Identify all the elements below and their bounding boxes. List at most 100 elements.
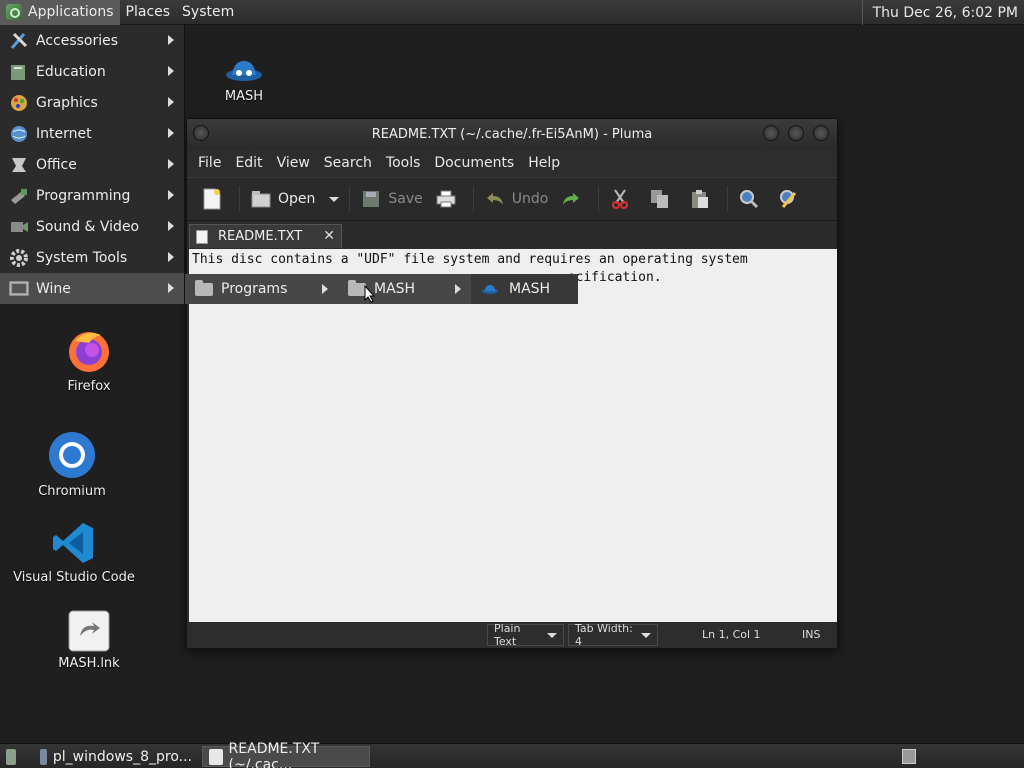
close-button[interactable] [813, 125, 829, 141]
desktop-icon-mash-lnk[interactable]: MASH.lnk [52, 610, 126, 671]
syntax-label: Plain Text [494, 622, 521, 648]
open-icon [250, 188, 272, 210]
chevron-right-icon [168, 190, 174, 200]
menu-bar: File Edit View Search Tools Documents He… [187, 149, 837, 177]
desktop-icon-label: MASH [224, 89, 264, 104]
submenu-mash-folder[interactable]: MASH [338, 274, 471, 304]
copy-button[interactable] [643, 182, 683, 216]
cursor-position: Ln 1, Col 1 [702, 628, 761, 641]
workspace-switcher[interactable] [896, 746, 922, 767]
menu-edit[interactable]: Edit [228, 155, 269, 171]
chevron-down-icon [547, 632, 557, 638]
chevron-right-icon [168, 66, 174, 76]
search-icon [738, 188, 760, 210]
menu-item-office[interactable]: Office [0, 149, 184, 180]
undo-button[interactable]: Undo [478, 182, 555, 216]
menu-view[interactable]: View [270, 155, 317, 171]
chevron-right-icon [168, 128, 174, 138]
desktop-icon-label: MASH.lnk [58, 656, 120, 671]
mash-icon [226, 61, 262, 81]
editor-line-1: This disc contains a "UDF" file system a… [192, 252, 748, 267]
taskbar-item-windows[interactable]: pl_windows_8_pro... [34, 746, 198, 767]
menu-item-label: Accessories [36, 32, 119, 49]
education-icon [8, 61, 30, 83]
menu-item-wine[interactable]: Wine [0, 273, 184, 304]
applications-menu[interactable]: Applications [0, 0, 120, 25]
top-panel: Applications Places System Thu Dec 26, 6… [0, 0, 1024, 25]
menu-item-label: Programming [36, 187, 131, 204]
menu-item-programming[interactable]: Programming [0, 180, 184, 211]
menu-item-label: Internet [36, 125, 92, 142]
new-document-button[interactable] [195, 182, 235, 216]
copy-icon [649, 188, 671, 210]
toolbar-separator [349, 186, 351, 212]
save-label: Save [388, 191, 423, 207]
redo-button[interactable] [554, 182, 594, 216]
system-menu[interactable]: System [176, 0, 240, 25]
sound-video-icon [8, 216, 30, 238]
chevron-right-icon [455, 284, 461, 294]
desktop-icon-chromium[interactable]: Chromium [36, 430, 108, 499]
open-button[interactable]: Open [244, 182, 345, 216]
text-editor[interactable]: This disc contains a "UDF" file system a… [189, 249, 837, 622]
menu-item-internet[interactable]: Internet [0, 118, 184, 149]
chevron-right-icon [168, 35, 174, 45]
tab-width-label: Tab Width: 4 [575, 622, 633, 648]
menu-item-graphics[interactable]: Graphics [0, 87, 184, 118]
desktop-icon-firefox[interactable]: Firefox [54, 327, 124, 394]
find-button[interactable] [732, 182, 772, 216]
mouse-cursor-icon [364, 285, 376, 303]
submenu-mash-app[interactable]: MASH [471, 274, 578, 304]
redo-icon [560, 188, 582, 210]
open-dropdown-arrow-icon[interactable] [329, 196, 340, 202]
show-desktop-button[interactable] [0, 746, 28, 767]
menu-item-accessories[interactable]: Accessories [0, 25, 184, 56]
applications-dropdown: Accessories Education Graphics Internet … [0, 25, 185, 304]
internet-globe-icon [8, 123, 30, 145]
clock[interactable]: Thu Dec 26, 6:02 PM [861, 0, 1024, 25]
menu-item-system-tools[interactable]: System Tools [0, 242, 184, 273]
minimize-button[interactable] [763, 125, 779, 141]
menu-help[interactable]: Help [521, 155, 567, 171]
menu-item-label: Wine [36, 280, 71, 297]
places-menu[interactable]: Places [120, 0, 177, 25]
office-icon [8, 154, 30, 176]
menu-item-label: Education [36, 63, 106, 80]
desktop-icon-mash[interactable]: MASH [212, 55, 276, 104]
text-file-icon [196, 229, 208, 244]
chevron-right-icon [322, 284, 328, 294]
find-replace-button[interactable] [772, 182, 812, 216]
status-bar: Plain Text Tab Width: 4 Ln 1, Col 1 INS [187, 622, 837, 648]
find-replace-icon [778, 188, 800, 210]
chevron-down-icon [641, 632, 651, 638]
tab-close-icon[interactable]: ✕ [323, 228, 335, 244]
menu-item-label: System Tools [36, 249, 128, 266]
folder-icon [195, 279, 213, 296]
window-menu-button[interactable] [193, 125, 209, 141]
chevron-right-icon [168, 159, 174, 169]
paste-button[interactable] [683, 182, 723, 216]
submenu-programs[interactable]: Programs [185, 274, 338, 304]
toolbar-separator [239, 186, 240, 212]
window-title: README.TXT (~/.cache/.fr-Ei5AnM) - Pluma [371, 126, 653, 142]
taskbar-item-readme[interactable]: README.TXT (~/.cac... [202, 741, 370, 768]
print-icon [435, 188, 457, 210]
cut-button[interactable] [603, 182, 643, 216]
menu-item-sound-video[interactable]: Sound & Video [0, 211, 184, 242]
chevron-right-icon [168, 283, 174, 293]
desktop-icon-vscode[interactable]: Visual Studio Code [13, 520, 135, 585]
menu-documents[interactable]: Documents [427, 155, 521, 171]
menu-item-education[interactable]: Education [0, 56, 184, 87]
window-titlebar[interactable]: README.TXT (~/.cache/.fr-Ei5AnM) - Pluma [187, 119, 837, 149]
tab-width-dropdown[interactable]: Tab Width: 4 [568, 622, 658, 648]
save-button[interactable]: Save [354, 182, 428, 216]
maximize-button[interactable] [788, 125, 804, 141]
tab-readme[interactable]: README.TXT ✕ [189, 224, 342, 248]
syntax-dropdown[interactable]: Plain Text [487, 622, 564, 648]
menu-search[interactable]: Search [317, 155, 379, 171]
undo-icon [484, 188, 506, 210]
print-button[interactable] [429, 182, 469, 216]
menu-file[interactable]: File [191, 155, 228, 171]
menu-tools[interactable]: Tools [379, 155, 428, 171]
new-document-icon [201, 188, 223, 210]
